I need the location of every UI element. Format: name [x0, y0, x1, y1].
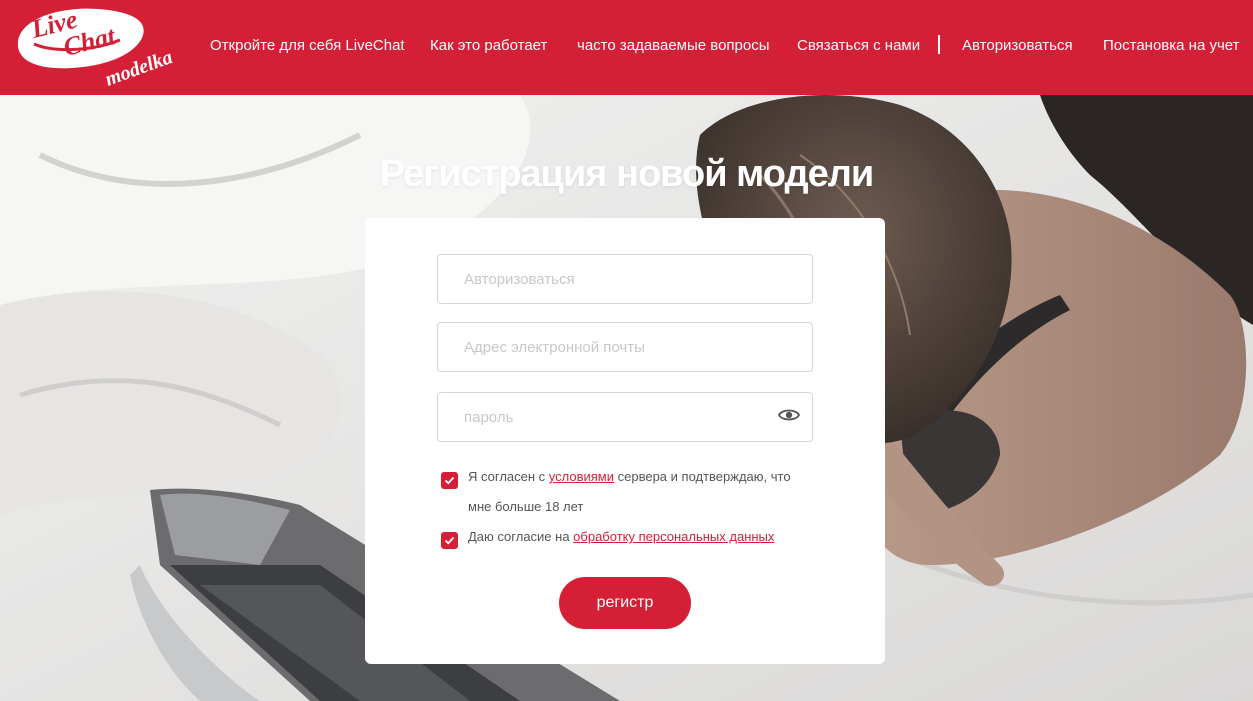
terms-consent-row: Я согласен с условиями сервера и подтвер…: [441, 462, 821, 522]
register-button[interactable]: регистр: [559, 577, 691, 629]
nav-how-it-works[interactable]: Как это работает: [430, 37, 547, 54]
nav-faq[interactable]: часто задаваемые вопросы: [577, 37, 770, 54]
nav-divider: [938, 35, 940, 54]
privacy-link[interactable]: обработку персональных данных: [573, 529, 774, 544]
nav-contact-us[interactable]: Связаться с нами: [797, 37, 920, 54]
terms-text: Я согласен с условиями сервера и подтвер…: [468, 469, 791, 514]
terms-checkbox[interactable]: [441, 472, 458, 489]
site-header: Live Chat modelka Откройте для себя Live…: [0, 0, 1253, 95]
username-input[interactable]: [437, 254, 813, 304]
eye-icon[interactable]: [778, 407, 800, 423]
page-title: Регистрация новой модели: [379, 153, 875, 195]
nav-discover-livechat[interactable]: Откройте для себя LiveChat: [210, 37, 405, 54]
privacy-consent-row: Даю согласие на обработку персональных д…: [441, 522, 821, 552]
nav-login[interactable]: Авторизоваться: [962, 37, 1073, 54]
password-input[interactable]: [437, 392, 813, 442]
email-input[interactable]: [437, 322, 813, 372]
livechat-logo[interactable]: Live Chat modelka: [12, 4, 192, 92]
nav-register[interactable]: Постановка на учет: [1103, 37, 1240, 54]
privacy-text: Даю согласие на обработку персональных д…: [468, 529, 775, 544]
privacy-checkbox[interactable]: [441, 532, 458, 549]
registration-card: Я согласен с условиями сервера и подтвер…: [365, 218, 885, 664]
terms-link[interactable]: условиями: [549, 469, 614, 484]
